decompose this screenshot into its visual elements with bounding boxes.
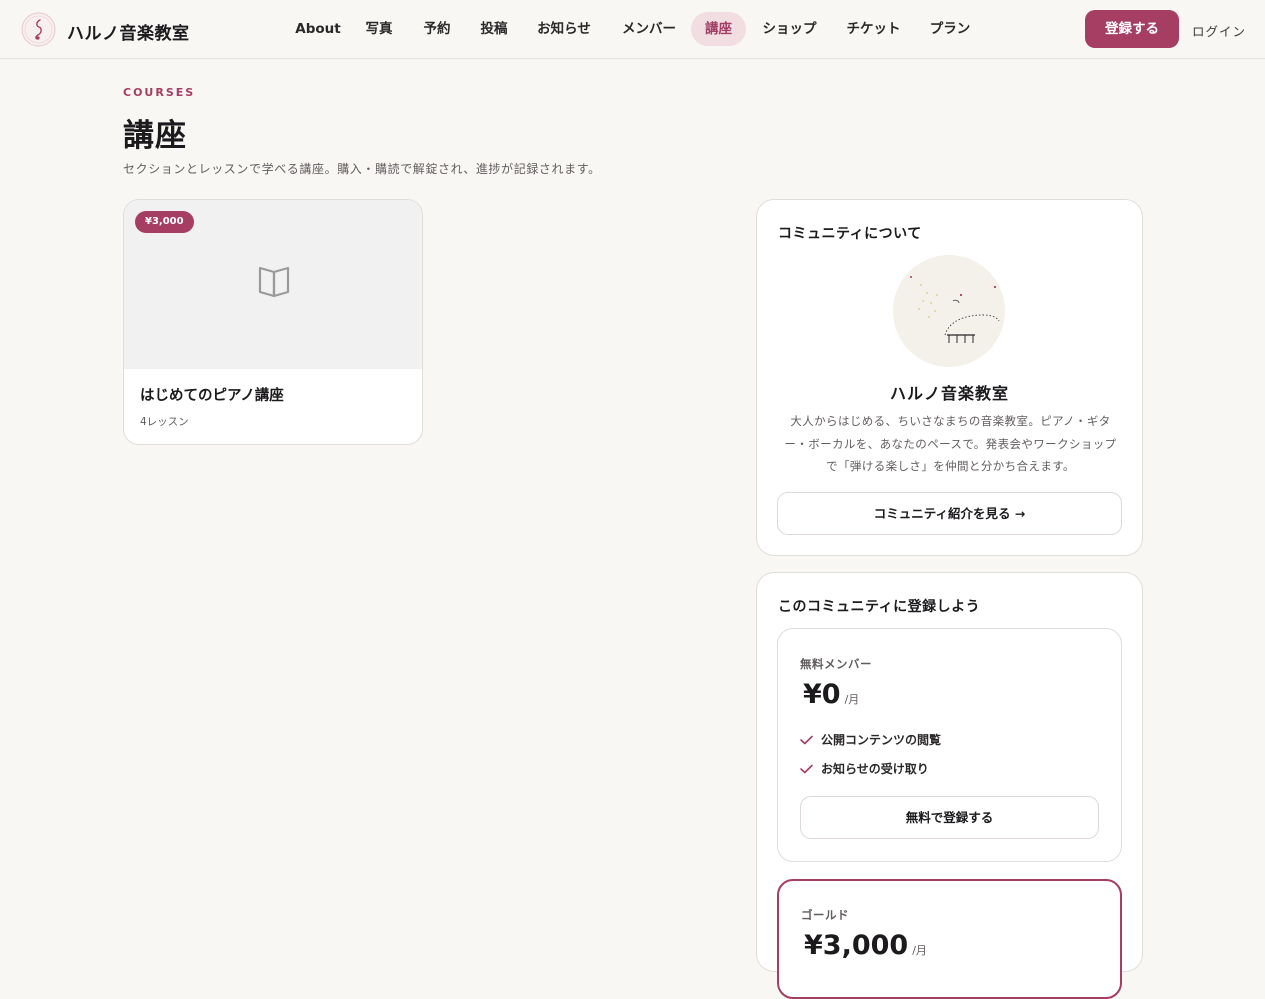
course-card[interactable]: ¥3,000 はじめてのピアノ講座 4レッスン	[123, 199, 423, 445]
nav-item-photos[interactable]: 写真	[356, 12, 402, 46]
plan-price-unit: /月	[844, 693, 860, 706]
nav-item-plans[interactable]: プラン	[921, 12, 979, 46]
join-heading: このコミュニティに登録しよう	[778, 599, 981, 615]
register-button[interactable]: 登録する	[1085, 10, 1179, 48]
check-icon	[800, 735, 813, 745]
join-community-card: このコミュニティに登録しよう 無料メンバー ¥0/月 公開コンテンツの閲覧 お知…	[756, 572, 1143, 999]
top-header: ハルノ音楽教室 About 写真 予約 投稿 お知らせ メンバー 講座 ショップ…	[0, 0, 1265, 59]
plan-feature: 公開コンテンツの閲覧	[800, 731, 941, 747]
plan-feature-label: 公開コンテンツの閲覧	[821, 733, 942, 747]
brand-name[interactable]: ハルノ音楽教室	[67, 19, 190, 44]
nav-item-tickets[interactable]: チケット	[837, 12, 910, 46]
login-link[interactable]: ログイン	[1192, 21, 1246, 40]
plan-feature-label: お知らせの受け取り	[821, 762, 929, 776]
page-description: セクションとレッスンで学べる講座。購入・購読で解錠され、進捗が記録されます。	[123, 162, 601, 176]
nav-item-about[interactable]: About	[288, 12, 348, 46]
community-name: ハルノ音楽教室	[889, 384, 1009, 403]
plan-price-value: ¥0	[803, 679, 841, 710]
nav-item-news[interactable]: お知らせ	[527, 12, 601, 46]
course-lesson-count: 4レッスン	[140, 416, 189, 428]
logo-icon[interactable]	[21, 12, 56, 47]
plan-price: ¥0/月	[803, 679, 859, 710]
nav-item-shop[interactable]: ショップ	[753, 12, 826, 46]
plan-price-unit: /月	[912, 944, 927, 957]
free-register-button[interactable]: 無料で登録する	[800, 796, 1099, 839]
plan-price-value: ¥3,000	[804, 930, 909, 961]
page-title: 講座	[123, 118, 187, 154]
nav-item-courses[interactable]: 講座	[691, 12, 746, 46]
nav-item-members[interactable]: メンバー	[612, 12, 686, 46]
plan-name: 無料メンバー	[800, 657, 872, 671]
plan-name: ゴールド	[801, 908, 849, 922]
nav-item-booking[interactable]: 予約	[414, 12, 460, 46]
plan-card-free: 無料メンバー ¥0/月 公開コンテンツの閲覧 お知らせの受け取り 無料で登録する	[777, 628, 1122, 862]
about-heading: コミュニティについて	[778, 226, 922, 242]
book-open-icon	[256, 266, 292, 298]
course-thumbnail: ¥3,000	[124, 200, 422, 369]
community-description: 大人からはじめる、ちいさなまちの音楽教室。ピアノ・ギター・ボーカルを、あなたのペ…	[784, 414, 1117, 473]
plan-price: ¥3,000/月	[804, 930, 927, 961]
about-community-card: コミュニティについて ハルノ音楽教室 大人からはじめる、ちいさなまちの音楽教室。…	[756, 199, 1143, 556]
community-avatar	[893, 255, 1005, 367]
nav-item-posts[interactable]: 投稿	[471, 12, 517, 46]
plan-feature: お知らせの受け取り	[800, 760, 929, 776]
section-eyebrow: COURSES	[123, 86, 196, 99]
price-badge: ¥3,000	[135, 211, 194, 233]
plan-card-gold: ゴールド ¥3,000/月	[777, 879, 1122, 999]
course-title[interactable]: はじめてのピアノ講座	[140, 384, 284, 405]
check-icon	[800, 764, 813, 774]
view-community-button[interactable]: コミュニティ紹介を見る →	[777, 492, 1122, 535]
